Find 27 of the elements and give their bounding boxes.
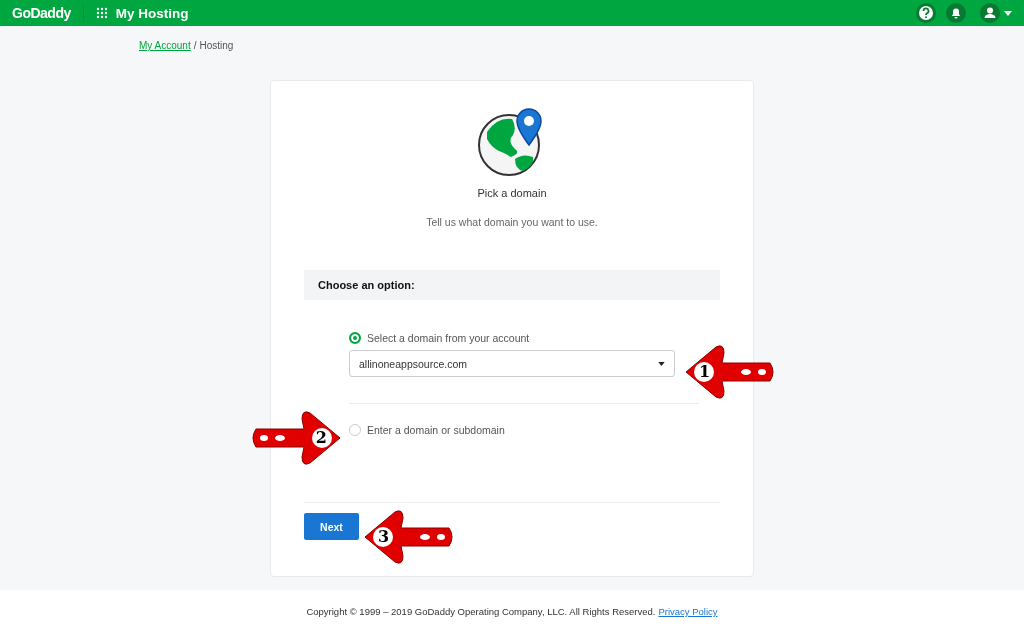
next-button[interactable]: Next xyxy=(304,513,359,540)
card-title: Pick a domain xyxy=(477,187,547,199)
card-subtitle: Tell us what domain you want to use. xyxy=(426,216,598,228)
bell-icon[interactable] xyxy=(946,3,966,23)
breadcrumb-current: Hosting xyxy=(199,40,234,50)
caret-icon xyxy=(658,361,665,366)
radio-button[interactable] xyxy=(349,332,361,344)
privacy-policy-link[interactable]: Privacy Policy xyxy=(658,606,718,617)
option-label[interactable]: Select a domain from your account xyxy=(367,332,530,344)
help-icon[interactable] xyxy=(916,3,936,23)
callout-number: 1 xyxy=(699,363,711,381)
caret-icon xyxy=(1004,10,1012,16)
copyright-text: Copyright © 1999 – 2019 GoDaddy Operating Company, LLC. All Rights Reserved. xyxy=(306,606,656,617)
account-menu[interactable] xyxy=(978,3,1012,23)
option-label[interactable]: Enter a domain or subdomain xyxy=(367,424,505,436)
radio-button[interactable] xyxy=(349,424,361,436)
user-icon xyxy=(980,3,1000,23)
callout-number: 3 xyxy=(378,528,390,546)
breadcrumb-separator: / xyxy=(193,40,197,50)
logo[interactable]: GoDaddy xyxy=(12,5,71,21)
app-title: My Hosting xyxy=(115,5,189,21)
breadcrumb-link[interactable]: My Account xyxy=(139,40,191,50)
callout-number: 2 xyxy=(315,429,327,447)
arrow-icon xyxy=(363,510,455,564)
domain-dropdown[interactable]: allinoneappsource.com xyxy=(349,350,675,377)
apps-grid-icon[interactable] xyxy=(95,7,108,19)
option-header: Choose an option: xyxy=(304,270,720,300)
